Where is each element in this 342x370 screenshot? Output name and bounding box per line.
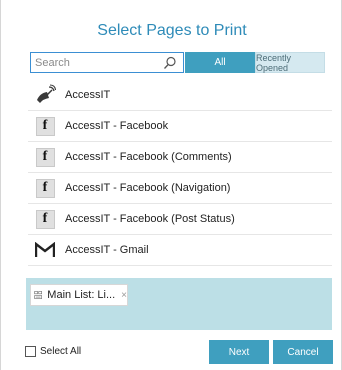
- cancel-button[interactable]: Cancel: [273, 340, 333, 364]
- search-icon[interactable]: [163, 56, 177, 70]
- list-item[interactable]: f AccessIT - Facebook (Comments): [28, 142, 332, 173]
- search-input[interactable]: [31, 56, 161, 69]
- list-item[interactable]: f AccessIT - Facebook (Post Status): [28, 204, 332, 235]
- list-item[interactable]: f AccessIT - Facebook: [28, 111, 332, 142]
- list-item[interactable]: [28, 266, 332, 272]
- list-item-label: AccessIT - Facebook (Post Status): [65, 213, 235, 225]
- pages-list[interactable]: AccessIT f AccessIT - Facebook f AccessI…: [28, 80, 332, 272]
- list-item-label: AccessIT - Facebook: [65, 120, 169, 132]
- list-item[interactable]: AccessIT: [28, 80, 332, 111]
- search-box[interactable]: [30, 52, 184, 73]
- chip-label: Main List: Li...: [47, 289, 116, 301]
- dialog-title: Select Pages to Print: [97, 22, 247, 39]
- selected-page-chip[interactable]: Main List: Li... ×: [30, 284, 128, 306]
- list-item[interactable]: AccessIT - Gmail: [28, 235, 332, 266]
- tab-recently-opened[interactable]: Recently Opened: [255, 52, 325, 73]
- list-item-label: AccessIT: [65, 89, 111, 101]
- tab-all[interactable]: All: [185, 52, 255, 73]
- list-item-label: AccessIT - Gmail: [65, 244, 149, 256]
- list-item[interactable]: f AccessIT - Facebook (Navigation): [28, 173, 332, 204]
- facebook-icon: f: [35, 116, 55, 136]
- list-icon: [34, 291, 43, 299]
- select-all-label: Select All: [40, 346, 82, 357]
- list-item-label: AccessIT - Facebook (Navigation): [65, 182, 231, 194]
- next-button[interactable]: Next: [209, 340, 269, 364]
- gmail-icon: [34, 239, 56, 261]
- list-item-label: AccessIT - Facebook (Comments): [65, 151, 232, 163]
- print-pages-dialog: Select Pages to Print All Recently Opene…: [0, 0, 342, 370]
- gmail-icon: [34, 270, 56, 272]
- select-all-checkbox[interactable]: [25, 346, 36, 357]
- selected-pages-area: Main List: Li... ×: [26, 278, 332, 330]
- facebook-icon: f: [35, 209, 55, 229]
- broadcast-dish-icon: [34, 84, 56, 106]
- remove-chip-icon[interactable]: ×: [121, 290, 127, 301]
- facebook-icon: f: [35, 147, 55, 167]
- facebook-icon: f: [35, 178, 55, 198]
- select-all-control[interactable]: Select All: [25, 346, 81, 357]
